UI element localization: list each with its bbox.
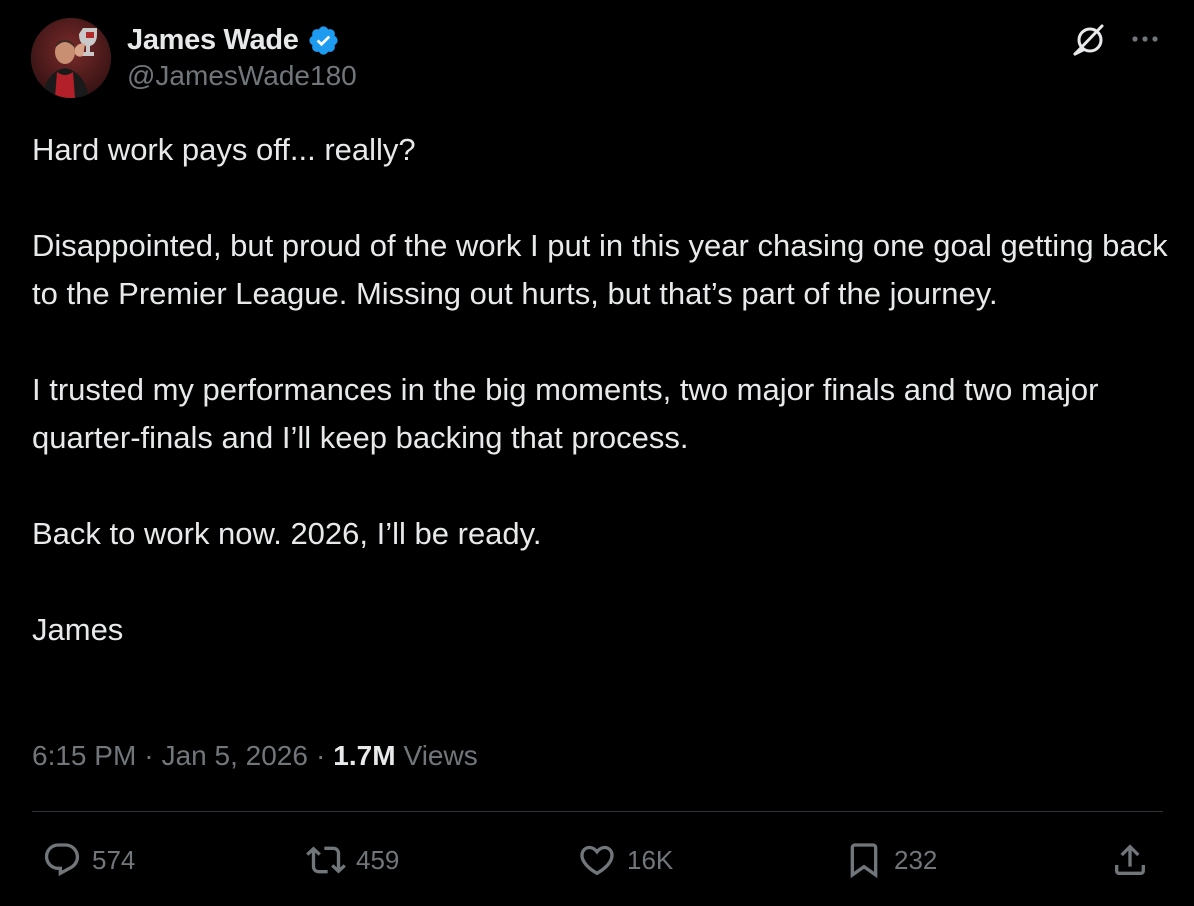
tweet-paragraph: I trusted my performances in the big mom… [32,372,1099,455]
author-handle[interactable]: @JamesWade180 [127,60,357,92]
reply-count: 574 [92,844,136,875]
divider [32,811,1163,812]
grok-icon[interactable] [1069,20,1109,60]
tweet-meta: 6:15 PM · Jan 5, 2026 · 1.7M Views [32,734,478,778]
tweet-paragraph: Disappointed, but proud of the work I pu… [32,228,1168,311]
author-name-row[interactable]: James Wade [127,20,340,60]
repost-count: 459 [356,844,400,875]
tweet-paragraph: James [32,612,124,647]
share-icon [1115,844,1145,875]
tweet-text: Hard work pays off... really? Disappoint… [32,126,1172,654]
bookmark-count: 232 [894,844,938,875]
reply-icon [44,843,80,877]
like-button[interactable]: 16K [577,838,673,882]
bookmark-button[interactable]: 232 [844,838,937,882]
more-options-icon[interactable] [1126,25,1164,53]
like-count: 16K [627,844,674,875]
verified-badge-icon[interactable] [307,24,340,57]
avatar[interactable] [31,18,111,98]
share-button[interactable] [1110,838,1150,882]
meta-separator: · [144,740,154,771]
bookmark-icon [850,843,878,879]
reply-button[interactable]: 574 [42,838,135,882]
author-display-name[interactable]: James Wade [127,24,299,57]
repost-icon [306,846,346,874]
views-count: 1.7M [333,740,396,771]
tweet-time[interactable]: 6:15 PM [32,740,136,772]
tweet-paragraph: Back to work now. 2026, I’ll be ready. [32,516,542,551]
avatar-photo [31,18,111,98]
views-label: Views [403,740,478,771]
repost-button[interactable]: 459 [306,838,399,882]
like-heart-icon [580,845,614,876]
tweet-paragraph: Hard work pays off... really? [32,132,416,167]
meta-separator: · [315,740,326,771]
tweet-date[interactable]: Jan 5, 2026 [162,740,308,772]
